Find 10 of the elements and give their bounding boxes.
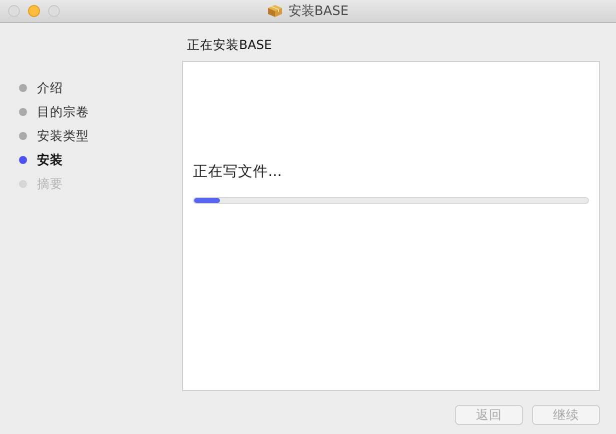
- package-icon: [267, 4, 284, 18]
- page-heading: 正在安装BASE: [187, 37, 273, 54]
- step-label: 目的宗卷: [37, 104, 89, 120]
- step-label: 介绍: [37, 80, 63, 96]
- minimize-button[interactable]: [28, 5, 40, 17]
- status-text: 正在写文件...: [193, 163, 283, 181]
- step-label: 安装类型: [37, 128, 89, 144]
- step-label: 安装: [37, 152, 63, 168]
- window-title: 安装BASE: [288, 3, 349, 20]
- step-label: 摘要: [37, 176, 63, 192]
